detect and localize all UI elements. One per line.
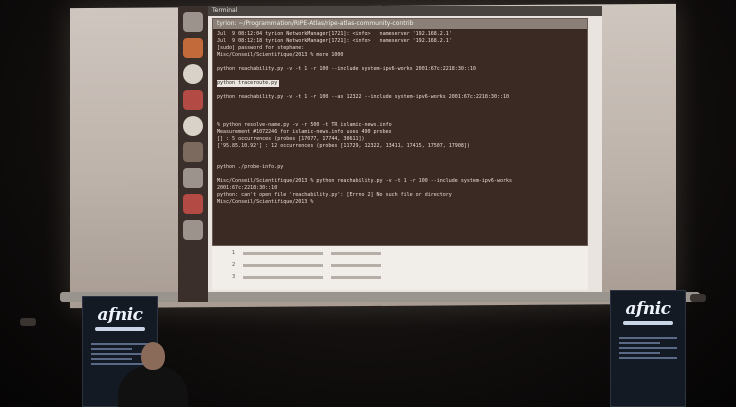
row-number: 1	[232, 250, 236, 256]
row-text	[243, 251, 324, 255]
browser-row: 3	[212, 272, 588, 282]
terminal-line: Misc/Conseil/Scientifique/2013 %	[217, 199, 314, 205]
files-icon	[183, 12, 203, 32]
browser-row: 2	[212, 260, 588, 270]
presenter-head	[141, 342, 165, 370]
afnic-logo: afnic	[97, 305, 144, 325]
stage-light	[20, 318, 36, 326]
terminal-icon	[183, 142, 203, 162]
app-icon	[183, 90, 203, 110]
afnic-logo: afnic	[625, 299, 672, 319]
terminal-line: 2001:67c:2218:30::10	[217, 185, 278, 191]
terminal-line: python: can't open file 'reachability.py…	[217, 192, 452, 198]
browser-list: 1 2 3	[212, 246, 588, 290]
top-panel: Terminal	[208, 6, 602, 16]
calendar-icon	[183, 194, 203, 214]
disc-icon	[183, 64, 203, 84]
stage-light	[690, 294, 706, 302]
terminal-line: python reachability.py -v -t 1 -r 100 --…	[217, 66, 476, 72]
terminal-line: Misc/Conseil/Scientifique/2013 % python …	[217, 178, 513, 184]
row-text	[243, 275, 324, 279]
terminal-line: ['95.85.10.92'] : 12 occurrences (probes…	[217, 143, 470, 149]
trash-icon	[183, 220, 203, 240]
terminal-title: tyrion: ~/Programmation/RIPE-Atlas/ripe-…	[213, 19, 587, 29]
terminal-line: python reachability.py -v -t 1 -r 100 --…	[217, 94, 509, 100]
terminal-line: [] : 5 occurrences (probes [17077, 17744…	[217, 136, 365, 142]
row-text	[331, 275, 382, 279]
terminal-line: % python resolve-name.py -v -r 500 -t TR…	[217, 122, 392, 128]
terminal-line: python traceroute.py	[217, 80, 279, 87]
terminal-line: Misc/Conseil/Scientifique/2013 % more 10…	[217, 52, 344, 58]
terminal-line: [sudo] password for stephane:	[217, 45, 305, 51]
presenter-body	[118, 366, 188, 407]
row-number: 2	[232, 262, 236, 268]
row-text	[243, 263, 324, 267]
row-text	[331, 251, 382, 255]
browser-row: 1	[212, 248, 588, 258]
firefox-icon	[183, 38, 203, 58]
terminal-line: Jul 9 08:12:18 tyrion NetworkManager[172…	[217, 38, 452, 44]
settings-icon	[183, 168, 203, 188]
conference-photo: Terminal tyrion: ~/Programmation/RIPE-At…	[0, 0, 736, 407]
row-number: 3	[232, 274, 236, 280]
terminal-line: python ./probe-info.py	[217, 164, 284, 170]
banner-body-text	[619, 337, 677, 359]
terminal-line: Jul 9 08:12:04 tyrion NetworkManager[172…	[217, 31, 452, 37]
unity-launcher	[178, 6, 208, 302]
logo-swoosh	[95, 327, 145, 331]
terminal-line: Measurement #1072246 for islamic-news.in…	[217, 129, 392, 135]
chromium-icon	[183, 116, 203, 136]
row-text	[331, 263, 382, 267]
afnic-banner-right: afnic	[610, 290, 686, 407]
terminal-window: tyrion: ~/Programmation/RIPE-Atlas/ripe-…	[212, 18, 588, 246]
logo-swoosh	[623, 321, 673, 325]
terminal-output: Jul 9 08:12:04 tyrion NetworkManager[172…	[213, 29, 587, 208]
